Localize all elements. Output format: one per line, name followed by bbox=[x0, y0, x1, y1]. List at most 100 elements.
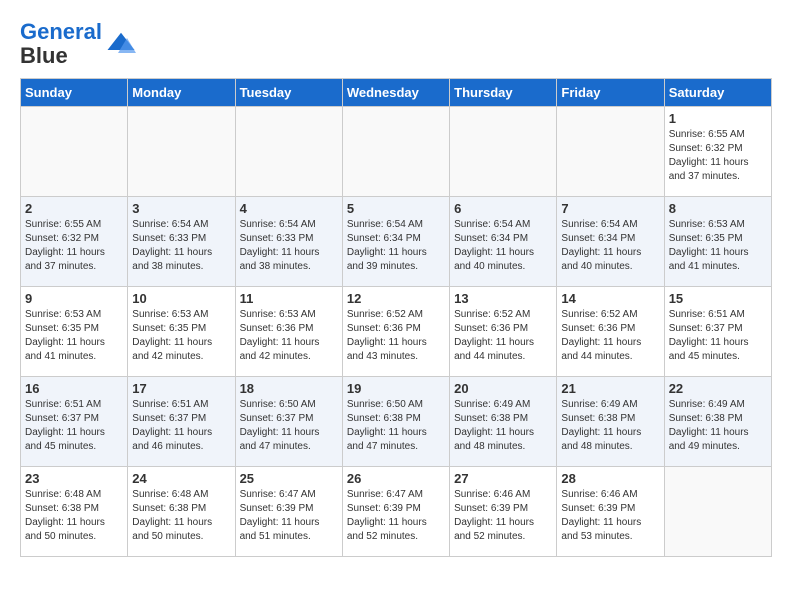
day-number: 11 bbox=[240, 291, 338, 306]
logo: GeneralBlue bbox=[20, 20, 136, 68]
calendar-cell: 7Sunrise: 6:54 AM Sunset: 6:34 PM Daylig… bbox=[557, 197, 664, 287]
calendar-cell: 28 Sunrise: 6:46 AM Sunset: 6:39 PM Dayli… bbox=[557, 467, 664, 557]
calendar-cell bbox=[235, 107, 342, 197]
calendar-cell: 18 Sunrise: 6:50 AM Sunset: 6:37 PM Dayli… bbox=[235, 377, 342, 467]
day-info: Sunrise: 6:47 AM Sunset: 6:39 PM Dayligh… bbox=[240, 488, 338, 544]
day-info: Sunrise: 6:49 AM Sunset: 6:38 PM Dayligh… bbox=[561, 398, 659, 454]
day-number: 20 bbox=[454, 381, 552, 396]
calendar-cell: 26 Sunrise: 6:47 AM Sunset: 6:39 PM Dayli… bbox=[342, 467, 449, 557]
day-info: Sunrise: 6:49 AM Sunset: 6:38 PM Dayligh… bbox=[669, 398, 767, 454]
day-info: Sunrise: 6:51 AM Sunset: 6:37 PM Dayligh… bbox=[669, 308, 767, 364]
day-number: 10 bbox=[132, 291, 230, 306]
day-number: 16 bbox=[25, 381, 123, 396]
calendar-cell: 15Sunrise: 6:51 AM Sunset: 6:37 PM Dayli… bbox=[664, 287, 771, 377]
calendar-week-row: 16 Sunrise: 6:51 AM Sunset: 6:37 PM Dayli… bbox=[21, 377, 772, 467]
day-number: 27 bbox=[454, 471, 552, 486]
day-number: 22 bbox=[669, 381, 767, 396]
day-number: 2 bbox=[25, 201, 123, 216]
weekday-header-thursday: Thursday bbox=[450, 79, 557, 107]
logo-icon bbox=[106, 29, 136, 59]
calendar-cell bbox=[664, 467, 771, 557]
calendar-cell: 9 Sunrise: 6:53 AM Sunset: 6:35 PM Daylig… bbox=[21, 287, 128, 377]
day-number: 21 bbox=[561, 381, 659, 396]
weekday-header-tuesday: Tuesday bbox=[235, 79, 342, 107]
day-info: Sunrise: 6:54 AM Sunset: 6:34 PM Dayligh… bbox=[347, 218, 445, 274]
day-number: 24 bbox=[132, 471, 230, 486]
calendar-cell: 11 Sunrise: 6:53 AM Sunset: 6:36 PM Dayli… bbox=[235, 287, 342, 377]
day-info: Sunrise: 6:52 AM Sunset: 6:36 PM Dayligh… bbox=[347, 308, 445, 364]
day-number: 28 bbox=[561, 471, 659, 486]
calendar-week-row: 1 Sunrise: 6:55 AM Sunset: 6:32 PM Daylig… bbox=[21, 107, 772, 197]
day-info: Sunrise: 6:53 AM Sunset: 6:35 PM Dayligh… bbox=[669, 218, 767, 274]
weekday-header-wednesday: Wednesday bbox=[342, 79, 449, 107]
day-info: Sunrise: 6:53 AM Sunset: 6:36 PM Dayligh… bbox=[240, 308, 338, 364]
day-info: Sunrise: 6:49 AM Sunset: 6:38 PM Dayligh… bbox=[454, 398, 552, 454]
day-info: Sunrise: 6:53 AM Sunset: 6:35 PM Dayligh… bbox=[132, 308, 230, 364]
day-number: 18 bbox=[240, 381, 338, 396]
day-number: 19 bbox=[347, 381, 445, 396]
day-info: Sunrise: 6:55 AM Sunset: 6:32 PM Dayligh… bbox=[669, 128, 767, 184]
day-number: 23 bbox=[25, 471, 123, 486]
day-info: Sunrise: 6:46 AM Sunset: 6:39 PM Dayligh… bbox=[454, 488, 552, 544]
day-number: 3 bbox=[132, 201, 230, 216]
calendar-week-row: 2 Sunrise: 6:55 AM Sunset: 6:32 PM Daylig… bbox=[21, 197, 772, 287]
calendar-cell: 19Sunrise: 6:50 AM Sunset: 6:38 PM Dayli… bbox=[342, 377, 449, 467]
calendar-cell: 13 Sunrise: 6:52 AM Sunset: 6:36 PM Dayli… bbox=[450, 287, 557, 377]
calendar-week-row: 23 Sunrise: 6:48 AM Sunset: 6:38 PM Dayli… bbox=[21, 467, 772, 557]
calendar-cell: 24 Sunrise: 6:48 AM Sunset: 6:38 PM Dayli… bbox=[128, 467, 235, 557]
day-number: 25 bbox=[240, 471, 338, 486]
day-info: Sunrise: 6:46 AM Sunset: 6:39 PM Dayligh… bbox=[561, 488, 659, 544]
calendar-cell: 10 Sunrise: 6:53 AM Sunset: 6:35 PM Dayli… bbox=[128, 287, 235, 377]
day-number: 1 bbox=[669, 111, 767, 126]
calendar-cell: 2 Sunrise: 6:55 AM Sunset: 6:32 PM Daylig… bbox=[21, 197, 128, 287]
calendar-cell bbox=[557, 107, 664, 197]
calendar-cell: 16 Sunrise: 6:51 AM Sunset: 6:37 PM Dayli… bbox=[21, 377, 128, 467]
weekday-header-sunday: Sunday bbox=[21, 79, 128, 107]
calendar-week-row: 9 Sunrise: 6:53 AM Sunset: 6:35 PM Daylig… bbox=[21, 287, 772, 377]
calendar-cell: 3 Sunrise: 6:54 AM Sunset: 6:33 PM Daylig… bbox=[128, 197, 235, 287]
calendar-cell bbox=[342, 107, 449, 197]
calendar-cell: 4 Sunrise: 6:54 AM Sunset: 6:33 PM Daylig… bbox=[235, 197, 342, 287]
page-header: GeneralBlue bbox=[20, 20, 772, 68]
day-info: Sunrise: 6:51 AM Sunset: 6:37 PM Dayligh… bbox=[132, 398, 230, 454]
day-number: 26 bbox=[347, 471, 445, 486]
day-number: 12 bbox=[347, 291, 445, 306]
weekday-header-friday: Friday bbox=[557, 79, 664, 107]
day-info: Sunrise: 6:54 AM Sunset: 6:34 PM Dayligh… bbox=[561, 218, 659, 274]
day-info: Sunrise: 6:47 AM Sunset: 6:39 PM Dayligh… bbox=[347, 488, 445, 544]
calendar-cell bbox=[21, 107, 128, 197]
calendar-cell: 22 Sunrise: 6:49 AM Sunset: 6:38 PM Dayli… bbox=[664, 377, 771, 467]
day-info: Sunrise: 6:48 AM Sunset: 6:38 PM Dayligh… bbox=[132, 488, 230, 544]
day-info: Sunrise: 6:54 AM Sunset: 6:33 PM Dayligh… bbox=[240, 218, 338, 274]
day-number: 13 bbox=[454, 291, 552, 306]
day-info: Sunrise: 6:52 AM Sunset: 6:36 PM Dayligh… bbox=[454, 308, 552, 364]
calendar-cell: 14 Sunrise: 6:52 AM Sunset: 6:36 PM Dayli… bbox=[557, 287, 664, 377]
day-info: Sunrise: 6:53 AM Sunset: 6:35 PM Dayligh… bbox=[25, 308, 123, 364]
calendar-cell bbox=[450, 107, 557, 197]
day-info: Sunrise: 6:54 AM Sunset: 6:33 PM Dayligh… bbox=[132, 218, 230, 274]
weekday-header-monday: Monday bbox=[128, 79, 235, 107]
calendar-cell: 20 Sunrise: 6:49 AM Sunset: 6:38 PM Dayli… bbox=[450, 377, 557, 467]
calendar-cell: 6 Sunrise: 6:54 AM Sunset: 6:34 PM Daylig… bbox=[450, 197, 557, 287]
day-number: 9 bbox=[25, 291, 123, 306]
calendar-cell: 23 Sunrise: 6:48 AM Sunset: 6:38 PM Dayli… bbox=[21, 467, 128, 557]
weekday-header-row: SundayMondayTuesdayWednesdayThursdayFrid… bbox=[21, 79, 772, 107]
logo-text: GeneralBlue bbox=[20, 20, 102, 68]
day-info: Sunrise: 6:52 AM Sunset: 6:36 PM Dayligh… bbox=[561, 308, 659, 364]
day-info: Sunrise: 6:50 AM Sunset: 6:37 PM Dayligh… bbox=[240, 398, 338, 454]
day-info: Sunrise: 6:48 AM Sunset: 6:38 PM Dayligh… bbox=[25, 488, 123, 544]
day-number: 14 bbox=[561, 291, 659, 306]
calendar-cell: 25 Sunrise: 6:47 AM Sunset: 6:39 PM Dayli… bbox=[235, 467, 342, 557]
day-info: Sunrise: 6:55 AM Sunset: 6:32 PM Dayligh… bbox=[25, 218, 123, 274]
day-info: Sunrise: 6:54 AM Sunset: 6:34 PM Dayligh… bbox=[454, 218, 552, 274]
calendar-cell: 21 Sunrise: 6:49 AM Sunset: 6:38 PM Dayli… bbox=[557, 377, 664, 467]
weekday-header-saturday: Saturday bbox=[664, 79, 771, 107]
day-number: 4 bbox=[240, 201, 338, 216]
day-number: 5 bbox=[347, 201, 445, 216]
calendar-cell: 1 Sunrise: 6:55 AM Sunset: 6:32 PM Daylig… bbox=[664, 107, 771, 197]
calendar-cell: 8Sunrise: 6:53 AM Sunset: 6:35 PM Daylig… bbox=[664, 197, 771, 287]
calendar-cell bbox=[128, 107, 235, 197]
day-info: Sunrise: 6:51 AM Sunset: 6:37 PM Dayligh… bbox=[25, 398, 123, 454]
day-number: 6 bbox=[454, 201, 552, 216]
day-number: 17 bbox=[132, 381, 230, 396]
